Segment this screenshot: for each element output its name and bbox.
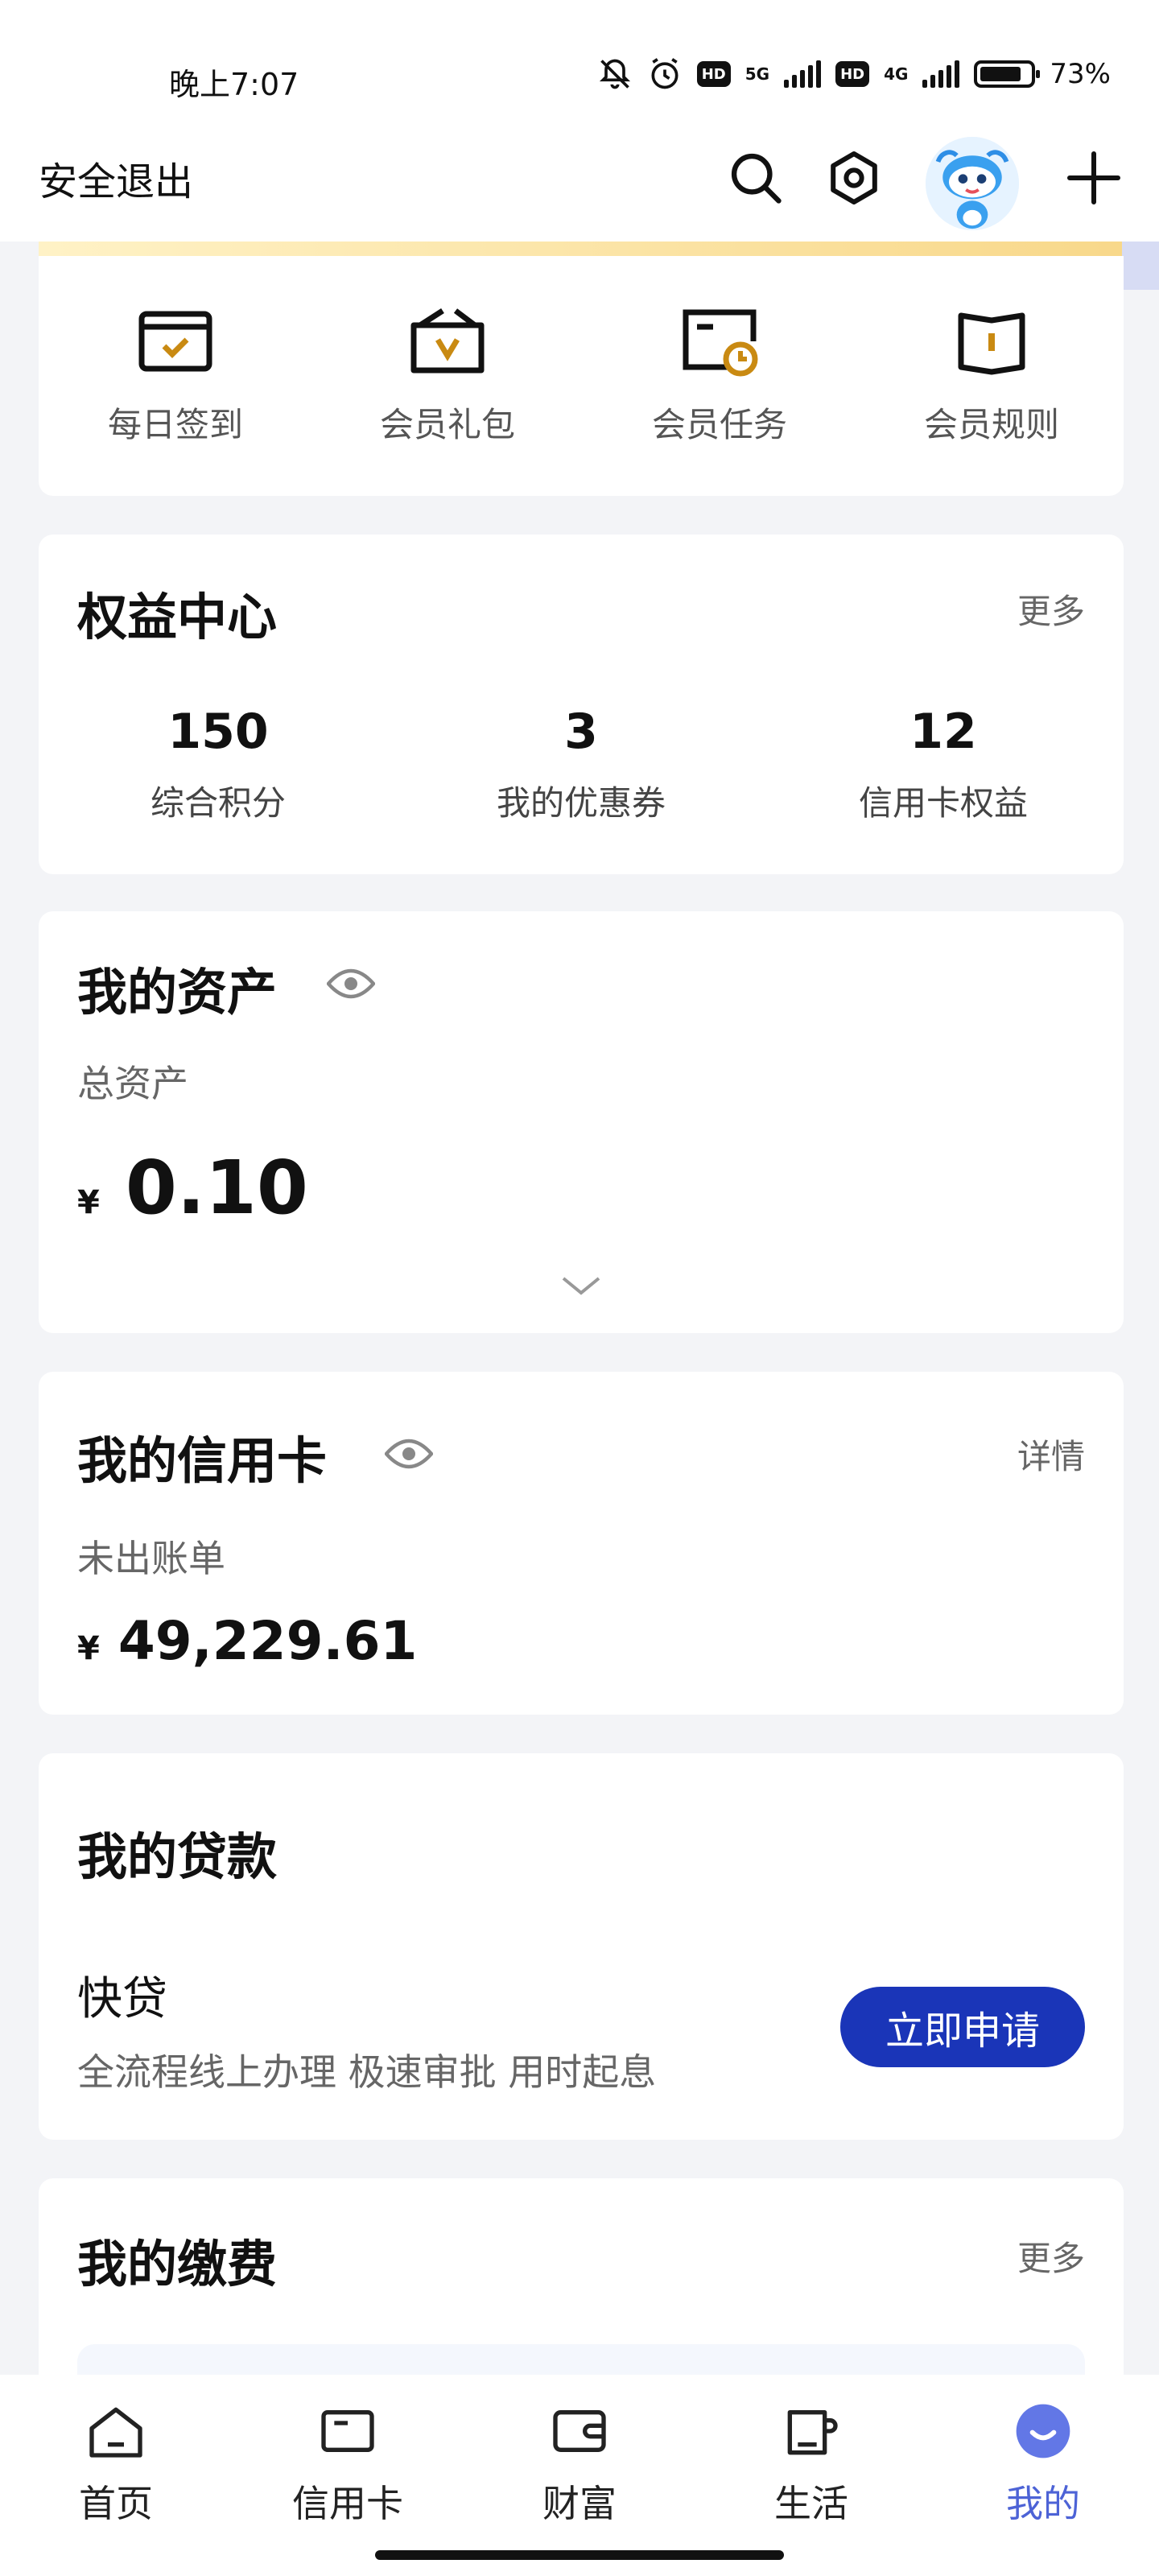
eye-icon[interactable] <box>327 968 375 1000</box>
stat-label: 我的优惠券 <box>496 783 666 823</box>
loan-title: 我的贷款 <box>77 1827 278 1886</box>
hd-badge: HD <box>696 61 731 87</box>
member-quick-actions: 每日签到 会员礼包 会员任务 会员规则 <box>39 256 1124 496</box>
stat-value: 12 <box>909 704 977 760</box>
loan-card: 我的贷款 快贷 全流程线上办理 极速审批 用时起息 立即申请 <box>39 1753 1124 2140</box>
quick-label: 会员任务 <box>651 405 787 444</box>
credit-card-card: 我的信用卡 详情 未出账单 ¥ 49,229.61 <box>39 1372 1124 1715</box>
nav-home[interactable]: 首页 <box>35 2399 196 2528</box>
nav-life[interactable]: 生活 <box>731 2399 892 2528</box>
points-stat[interactable]: 150 综合积分 <box>97 704 339 825</box>
net-type-1: 5G <box>744 64 770 84</box>
apply-now-button[interactable]: 立即申请 <box>840 1987 1085 2067</box>
rights-title: 权益中心 <box>77 588 278 646</box>
card-benefits-stat[interactable]: 12 信用卡权益 <box>823 704 1064 825</box>
task-icon <box>683 309 758 377</box>
stat-value: 3 <box>564 704 598 760</box>
stat-label: 综合积分 <box>150 783 286 823</box>
rights-more-link[interactable]: 更多 <box>1017 584 1085 634</box>
unbilled-value: 49,229.61 <box>118 1610 418 1672</box>
loan-description: 全流程线上办理 极速审批 用时起息 <box>77 2050 657 2094</box>
hd-badge-2: HD <box>835 61 870 87</box>
nav-label: 生活 <box>774 2482 848 2525</box>
signal-icon-2 <box>922 60 960 88</box>
cup-icon <box>787 2410 838 2455</box>
total-assets-amount: ¥ 0.10 <box>77 1145 308 1231</box>
total-assets-value: 0.10 <box>125 1145 308 1231</box>
rights-center-card: 权益中心 更多 150 综合积分 3 我的优惠券 12 信用卡权益 <box>39 535 1124 874</box>
nav-label: 首页 <box>79 2482 153 2525</box>
unbilled-label: 未出账单 <box>77 1537 225 1580</box>
payment-title: 我的缴费 <box>77 2235 278 2293</box>
gift-pack-button[interactable]: 会员礼包 <box>351 306 544 447</box>
battery-level: 73% <box>1050 58 1111 90</box>
nav-label: 信用卡 <box>292 2482 403 2525</box>
coupons-stat[interactable]: 3 我的优惠券 <box>460 704 702 825</box>
plus-icon[interactable] <box>1058 142 1130 214</box>
quick-label: 会员礼包 <box>379 405 515 444</box>
credit-detail-link[interactable]: 详情 <box>1017 1430 1085 1479</box>
loan-product[interactable]: 快贷 <box>77 1963 167 2028</box>
wallet-icon <box>553 2410 606 2452</box>
nav-wealth[interactable]: 财富 <box>499 2399 660 2528</box>
alarm-icon <box>651 58 678 89</box>
settings-icon[interactable] <box>818 142 890 214</box>
payment-more-link[interactable]: 更多 <box>1017 2231 1085 2281</box>
signal-icon <box>784 60 822 88</box>
assets-title: 我的资产 <box>77 963 278 1022</box>
home-indicator[interactable] <box>375 2550 784 2560</box>
member-rules-button[interactable]: 会员规则 <box>895 306 1088 447</box>
checkin-button[interactable]: 每日签到 <box>79 306 272 447</box>
checkin-icon <box>138 311 212 372</box>
stat-value: 150 <box>167 704 269 760</box>
mute-icon <box>599 59 630 89</box>
currency-symbol: ¥ <box>77 1184 100 1221</box>
home-icon <box>89 2407 142 2458</box>
quick-label: 会员规则 <box>923 405 1059 444</box>
app-header: 安全退出 <box>0 121 1159 242</box>
currency-symbol: ¥ <box>77 1630 100 1667</box>
assets-card: 我的资产 总资产 ¥ 0.10 <box>39 911 1124 1333</box>
rules-icon <box>958 312 1025 375</box>
stat-label: 信用卡权益 <box>858 783 1028 823</box>
nav-credit-card[interactable]: 信用卡 <box>267 2399 428 2528</box>
mascot-avatar[interactable] <box>926 137 1019 230</box>
nav-label: 财富 <box>542 2482 617 2525</box>
member-task-button[interactable]: 会员任务 <box>623 306 816 447</box>
status-bar: 晚上7:07 HD 5G HD 4G 73% <box>0 0 1159 121</box>
bottom-nav: 首页 信用卡 财富 生活 我的 <box>0 2375 1159 2576</box>
card-icon <box>321 2410 374 2452</box>
net-type-2: 4G <box>884 64 909 84</box>
logout-button[interactable]: 安全退出 <box>39 150 193 206</box>
battery-icon <box>974 60 1041 88</box>
search-icon[interactable] <box>720 142 792 214</box>
me-icon <box>1016 2404 1070 2458</box>
nav-me[interactable]: 我的 <box>963 2399 1124 2528</box>
quick-label: 每日签到 <box>107 405 243 444</box>
gift-icon <box>410 308 485 374</box>
nav-label: 我的 <box>1006 2482 1080 2525</box>
total-assets-label: 总资产 <box>77 1062 188 1105</box>
side-strip <box>1122 242 1159 290</box>
eye-icon[interactable] <box>385 1438 433 1470</box>
unbilled-amount: ¥ 49,229.61 <box>77 1610 417 1672</box>
chevron-down-icon[interactable] <box>560 1275 602 1296</box>
credit-title: 我的信用卡 <box>77 1431 328 1490</box>
status-time: 晚上7:07 <box>169 67 299 102</box>
status-icons: HD 5G HD 4G 73% <box>597 56 1111 92</box>
